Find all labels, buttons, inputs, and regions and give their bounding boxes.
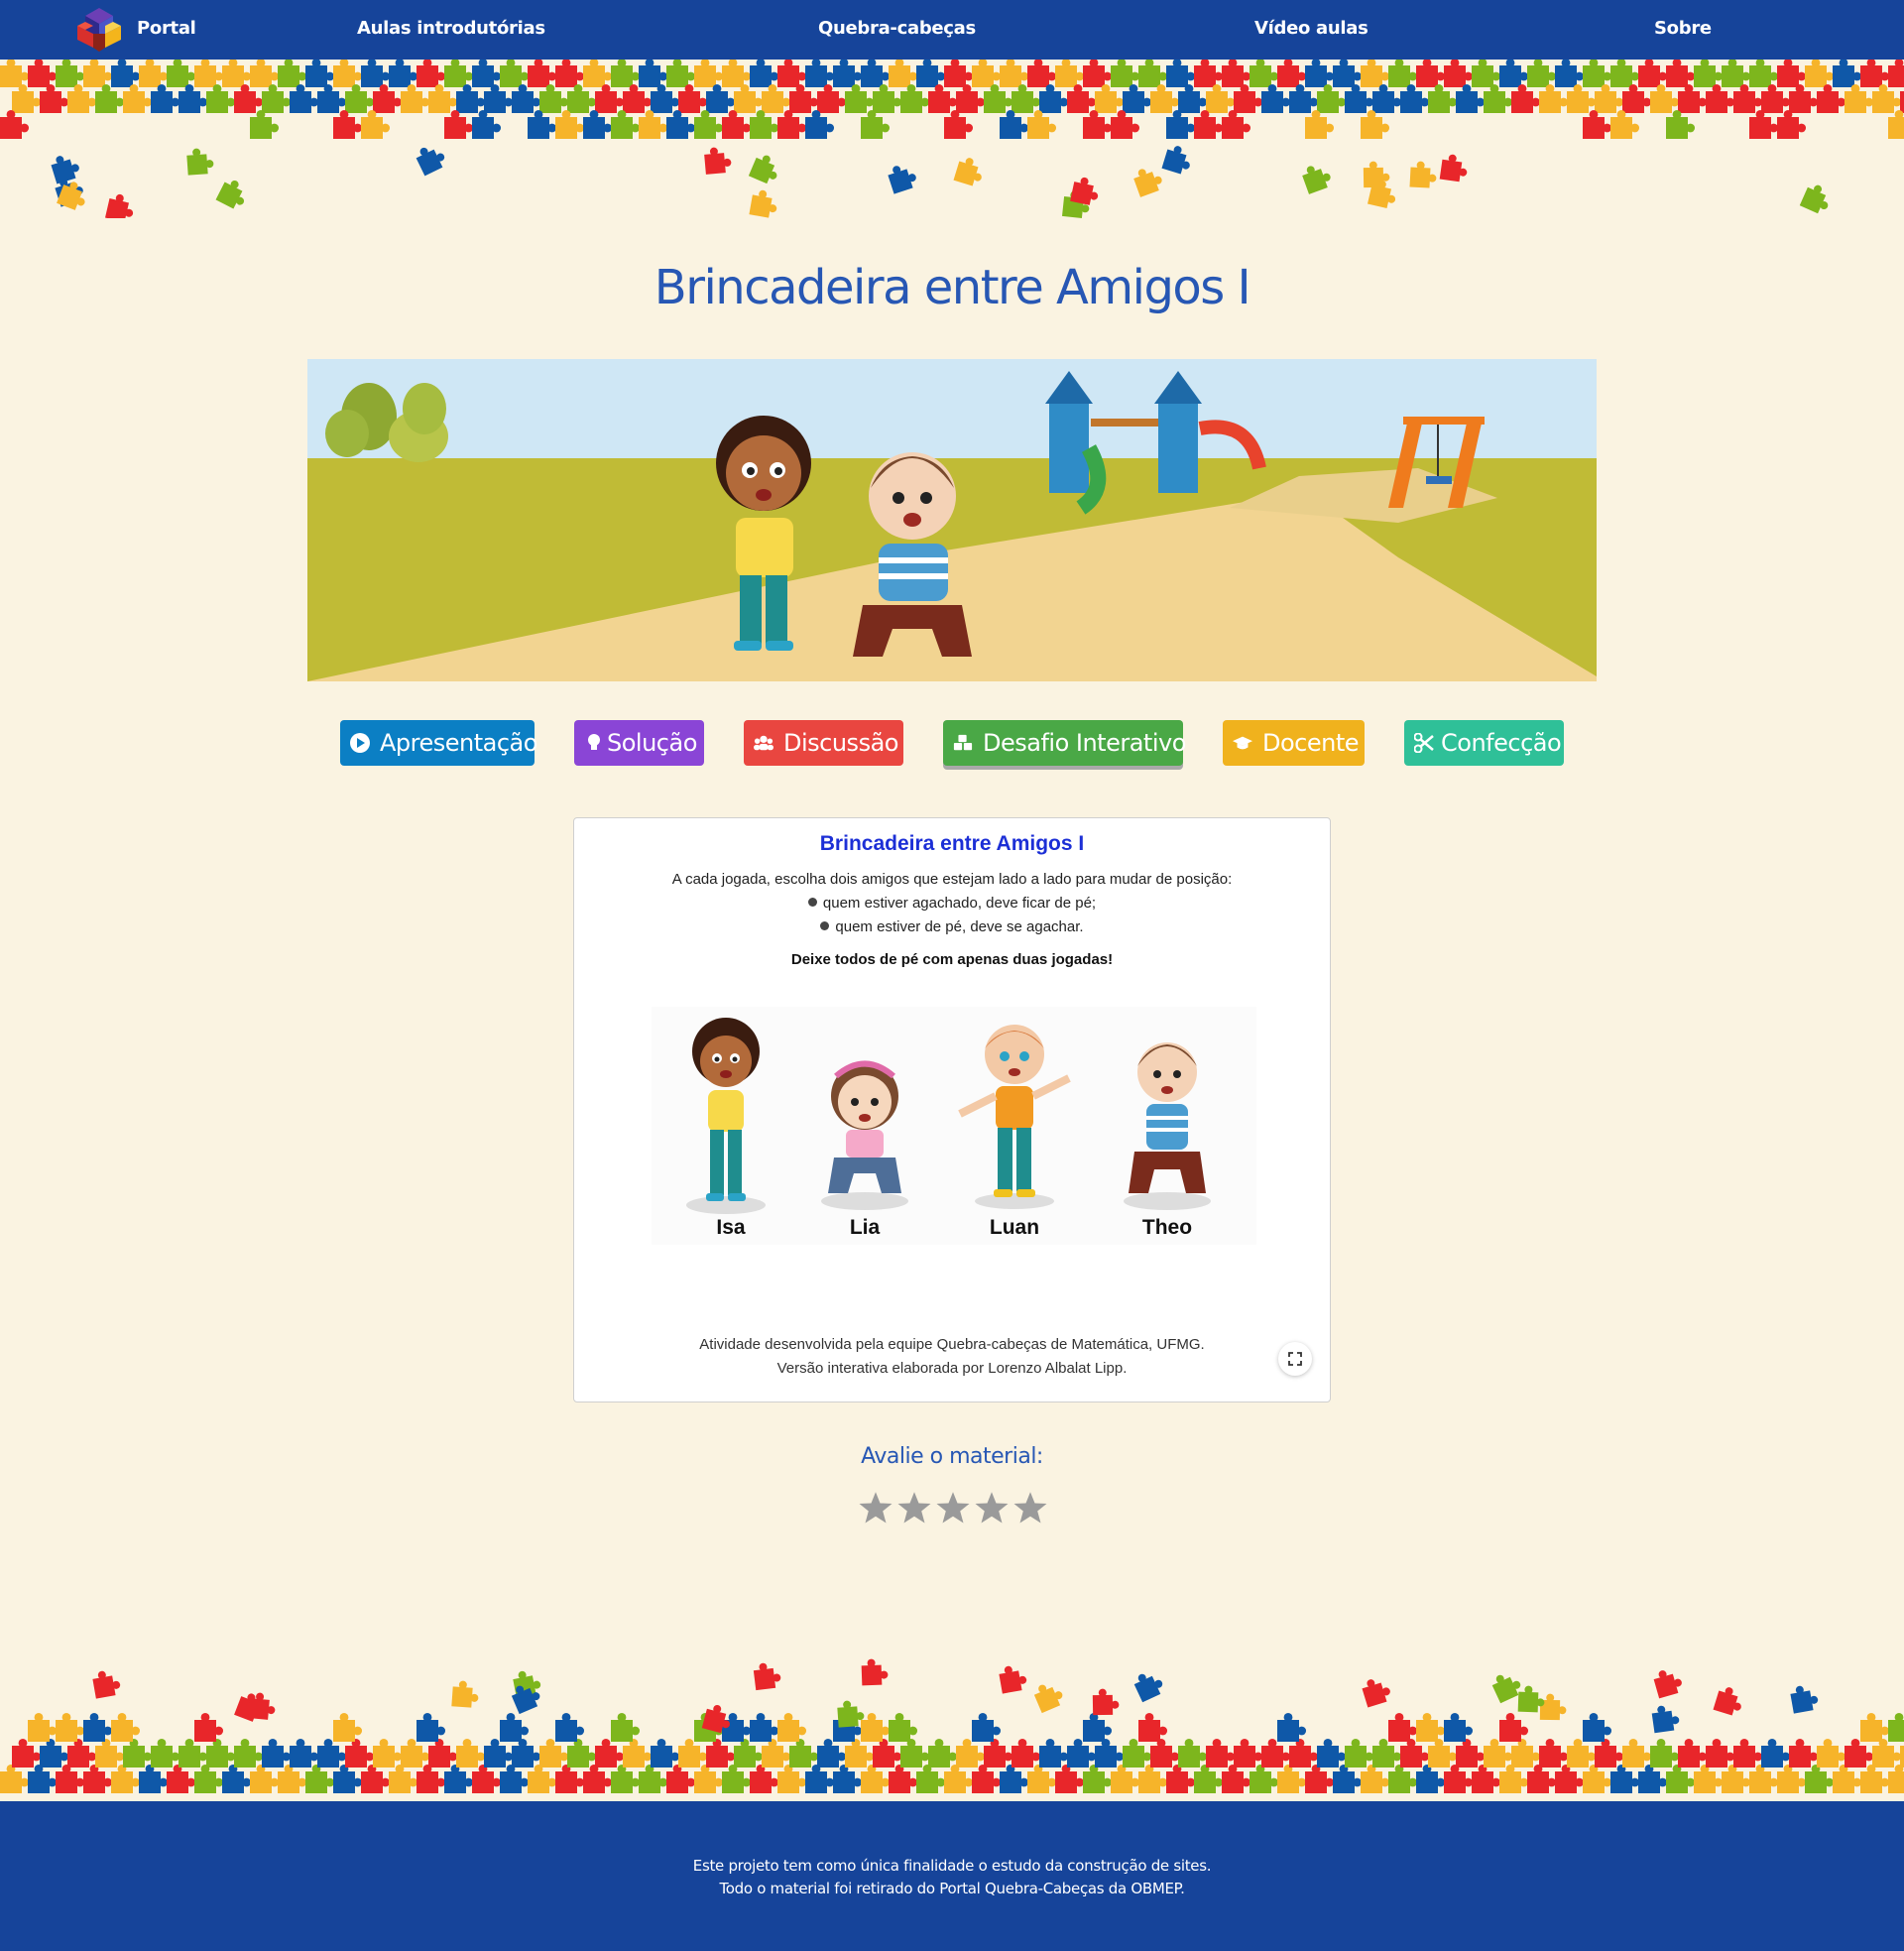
tab-label: Docente xyxy=(1262,729,1360,757)
activity-title: Brincadeira entre Amigos I xyxy=(819,832,1085,855)
expand-icon xyxy=(1288,1352,1302,1366)
star-4-icon[interactable] xyxy=(974,1490,1010,1525)
footer: Este projeto tem como única finalidade o… xyxy=(0,1801,1904,1951)
section-tabs: Apresentação Solução Discussão Desafio I… xyxy=(0,720,1904,768)
kid-name: Isa xyxy=(716,1216,746,1239)
tab-solucao[interactable]: Solução xyxy=(574,720,704,766)
graduation-cap-icon xyxy=(1233,736,1252,750)
footer-text: Todo o material foi retirado do Portal Q… xyxy=(719,1880,1185,1897)
puzzle-border-top xyxy=(0,60,1904,218)
nav-link-sobre[interactable]: Sobre xyxy=(1654,18,1712,39)
kid-isa[interactable]: Isa xyxy=(656,1007,805,1245)
star-5-icon[interactable] xyxy=(1012,1490,1048,1525)
tab-label: Discussão xyxy=(783,729,898,757)
tab-confeccao[interactable]: Confecção xyxy=(1404,720,1564,766)
tab-label: Solução xyxy=(607,729,697,757)
kid-name: Lia xyxy=(849,1216,881,1239)
interactive-activity-card: Brincadeira entre Amigos I A cada jogada… xyxy=(573,817,1331,1402)
rule-item: quem estiver agachado, deve ficar de pé; xyxy=(574,895,1330,912)
kid-name: Luan xyxy=(989,1216,1040,1239)
play-circle-icon xyxy=(350,733,370,753)
lightbulb-icon xyxy=(588,734,600,750)
tab-discussao[interactable]: Discussão xyxy=(744,720,903,766)
puzzle-border-bottom xyxy=(0,1637,1904,1801)
nav-link-aulas[interactable]: Aulas introdutórias xyxy=(357,18,545,39)
tab-apresentacao[interactable]: Apresentação xyxy=(340,720,537,766)
rating-label: Avalie o material: xyxy=(861,1444,1043,1469)
kid-lia[interactable]: Lia xyxy=(790,1007,939,1245)
cubes-icon xyxy=(953,734,973,751)
hero-illustration xyxy=(307,359,1597,681)
star-1-icon[interactable] xyxy=(858,1490,893,1525)
kids-row: Isa Lia Luan Theo xyxy=(652,1007,1256,1245)
activity-intro: A cada jogada, escolha dois amigos que e… xyxy=(671,871,1233,888)
nav-link-video-aulas[interactable]: Vídeo aulas xyxy=(1254,18,1368,39)
star-2-icon[interactable] xyxy=(896,1490,932,1525)
users-icon xyxy=(754,735,774,751)
nav-brand-link[interactable]: Portal xyxy=(137,18,196,39)
fullscreen-button[interactable] xyxy=(1278,1342,1312,1376)
credits-line: Versão interativa elaborada por Lorenzo … xyxy=(776,1360,1128,1377)
tab-label: Desafio Interativo xyxy=(983,729,1186,757)
page-title: Brincadeira entre Amigos I xyxy=(654,260,1251,315)
nav-link-quebra-cabecas[interactable]: Quebra-cabeças xyxy=(818,18,976,39)
rule-item: quem estiver de pé, deve se agachar. xyxy=(574,918,1330,935)
activity-goal: Deixe todos de pé com apenas duas jogada… xyxy=(790,951,1114,968)
kid-theo[interactable]: Theo xyxy=(1093,1007,1242,1245)
scissors-icon xyxy=(1414,733,1434,753)
tab-label: Confecção xyxy=(1441,729,1562,757)
tab-label: Apresentação xyxy=(380,729,537,757)
star-3-icon[interactable] xyxy=(935,1490,971,1525)
star-rating xyxy=(858,1490,1048,1527)
tab-docente[interactable]: Docente xyxy=(1223,720,1365,766)
credits-line: Atividade desenvolvida pela equipe Quebr… xyxy=(699,1336,1205,1353)
cubes-logo-icon[interactable] xyxy=(73,6,125,54)
footer-text: Este projeto tem como única finalidade o… xyxy=(692,1857,1212,1875)
kid-name: Theo xyxy=(1141,1216,1193,1239)
kid-luan[interactable]: Luan xyxy=(940,1007,1089,1245)
top-navbar: Portal Aulas introdutórias Quebra-cabeça… xyxy=(0,0,1904,60)
tab-desafio-interativo[interactable]: Desafio Interativo xyxy=(943,720,1186,766)
